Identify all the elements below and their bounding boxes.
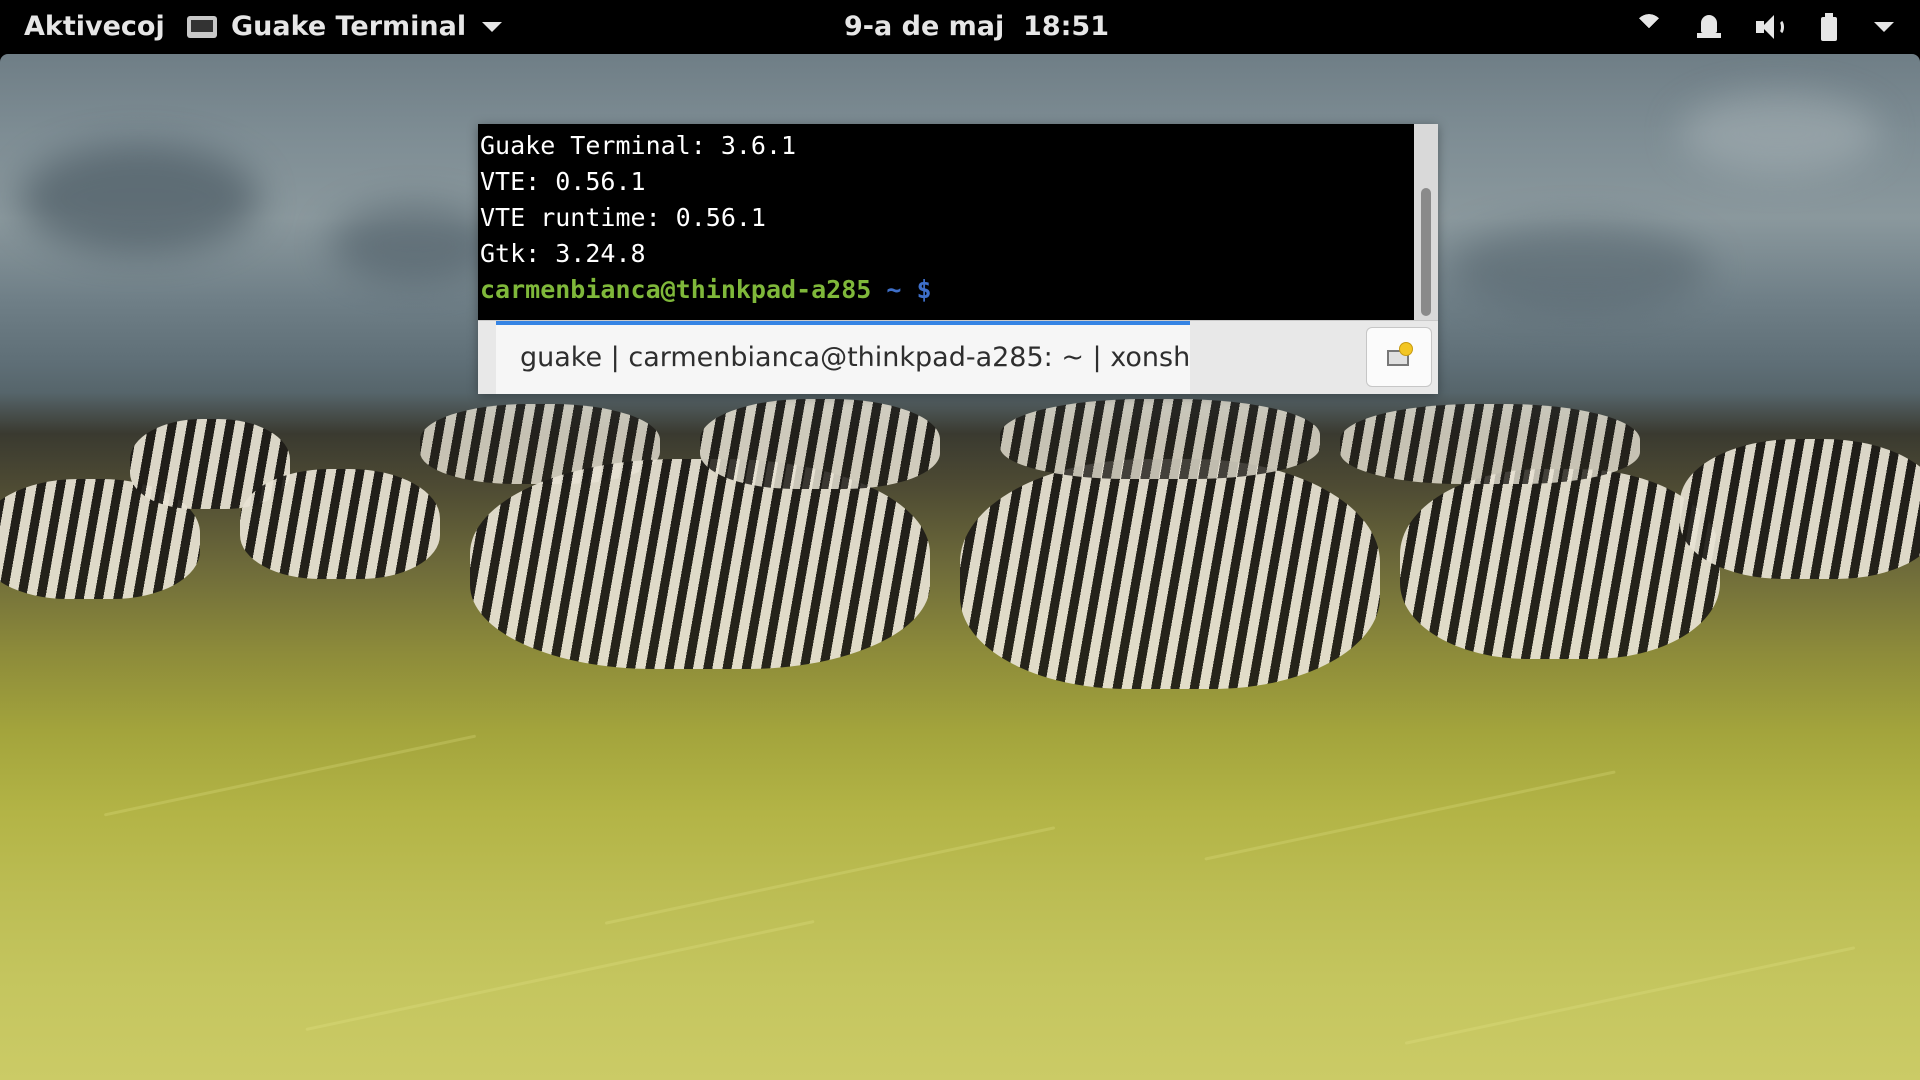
prompt-symbol: $ [901, 275, 932, 304]
system-tray[interactable] [1634, 8, 1894, 46]
chevron-down-icon [482, 22, 503, 32]
system-menu-caret-icon [1874, 22, 1894, 32]
prompt-user-host: carmenbianca@thinkpad-a285 [480, 275, 872, 304]
terminal-line: Guake Terminal: 3.6.1 [480, 131, 797, 160]
guake-window: Guake Terminal: 3.6.1 VTE: 0.56.1 VTE ru… [478, 124, 1438, 394]
new-tab-button[interactable] [1366, 327, 1432, 387]
grass-detail [1404, 946, 1856, 1045]
app-menu[interactable]: Guake Terminal [187, 10, 503, 44]
battery-icon [1814, 12, 1844, 42]
notification-bell-icon [1694, 12, 1724, 42]
zebra [700, 399, 940, 489]
wallpaper-cloud [330, 204, 500, 284]
terminal-scrollbar[interactable] [1414, 124, 1438, 320]
clock[interactable]: 9-a de maj 18:51 [844, 10, 1109, 44]
scrollbar-thumb[interactable] [1421, 188, 1431, 316]
terminal-line: Gtk: 3.24.8 [480, 239, 646, 268]
grass-detail [103, 734, 477, 817]
zebra [1340, 404, 1640, 484]
wallpaper-cloud [1680, 94, 1880, 174]
top-bar: Aktivecoj Guake Terminal 9-a de maj 18:5… [0, 0, 1920, 54]
zebra [1400, 469, 1720, 659]
wifi-icon [1634, 12, 1664, 42]
grass-detail [604, 826, 1056, 925]
terminal-prompt: carmenbianca@thinkpad-a285 ~ $ [480, 272, 1414, 308]
grass-detail [305, 919, 815, 1032]
volume-icon [1754, 12, 1784, 42]
activities-button[interactable]: Aktivecoj [24, 10, 165, 44]
terminal-output[interactable]: Guake Terminal: 3.6.1 VTE: 0.56.1 VTE ru… [478, 124, 1414, 320]
prompt-cwd: ~ [871, 275, 902, 304]
volume-wave [1774, 19, 1784, 35]
grass-detail [1204, 770, 1616, 861]
zebra [1680, 439, 1920, 579]
wallpaper-cloud [1450, 224, 1710, 314]
terminal-app-icon [187, 16, 217, 38]
tab-bar: guake | carmenbianca@thinkpad-a285: ~ | … [478, 320, 1438, 394]
app-menu-label: Guake Terminal [231, 11, 467, 42]
tab-guake-xonsh[interactable]: guake | carmenbianca@thinkpad-a285: ~ | … [496, 321, 1190, 394]
wallpaper-cloud [20, 144, 260, 254]
wallpaper-zebra-herd [0, 399, 1920, 719]
zebra [960, 459, 1380, 689]
zebra [1000, 399, 1320, 479]
zebra [240, 469, 440, 579]
terminal-line: VTE runtime: 0.56.1 [480, 203, 766, 232]
zebra [470, 459, 930, 669]
terminal-line: VTE: 0.56.1 [480, 167, 646, 196]
desktop: Aktivecoj Guake Terminal 9-a de maj 18:5… [0, 0, 1920, 1080]
star-icon [1400, 343, 1412, 355]
